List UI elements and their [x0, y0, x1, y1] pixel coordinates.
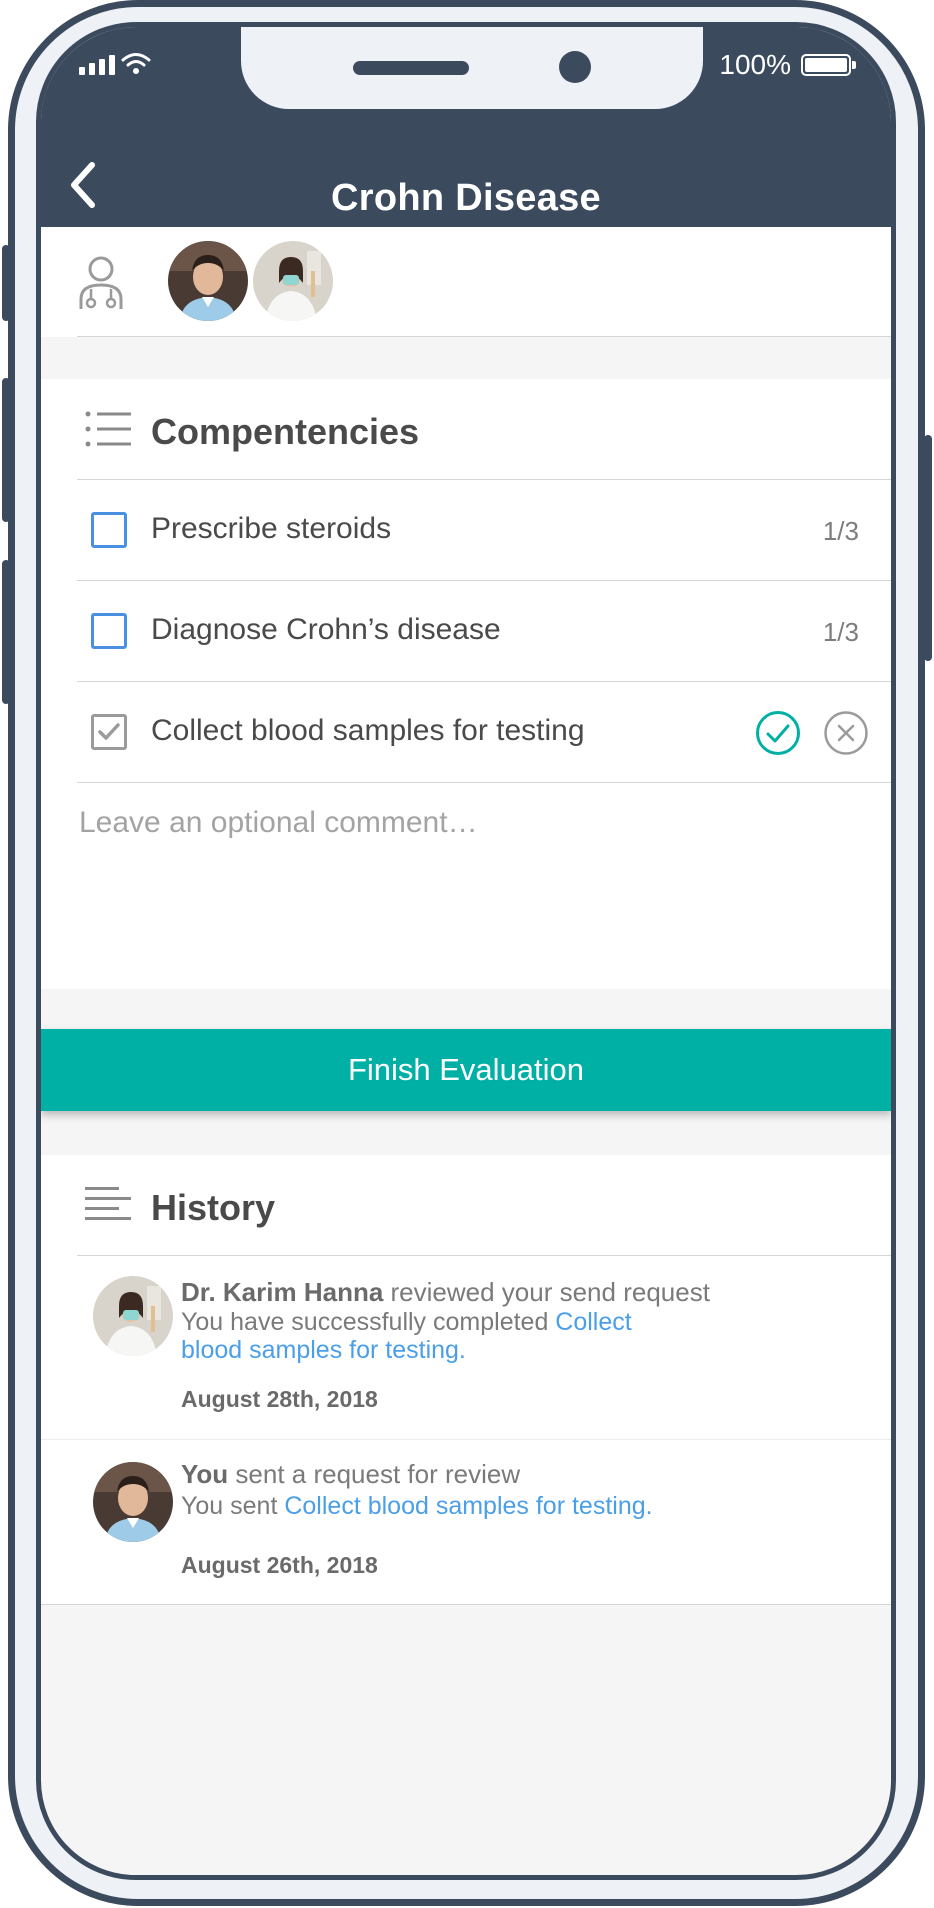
competency-label: Diagnose Crohn’s disease [151, 613, 501, 646]
finish-evaluation-button[interactable]: Finish Evaluation [41, 1029, 891, 1111]
history-action: reviewed your send request [383, 1277, 710, 1307]
history-detail-prefix: You have successfully completed [181, 1308, 556, 1336]
history-text: Dr. Karim Hanna reviewed your send reque… [181, 1278, 851, 1364]
comment-input[interactable] [77, 804, 861, 978]
checkmark-icon [98, 723, 120, 740]
divider [41, 1604, 891, 1605]
history-item: You sent a request for review You sent C… [41, 1440, 891, 1605]
competency-row[interactable]: Collect blood samples for testing [41, 682, 891, 782]
history-date: August 28th, 2018 [181, 1386, 378, 1412]
history-headline: You sent a request for review [181, 1460, 851, 1488]
front-camera [559, 51, 591, 83]
participants-bar [41, 227, 891, 337]
competency-row[interactable]: Prescribe steroids 1/3 [41, 480, 891, 580]
approve-check-icon[interactable] [755, 710, 801, 756]
history-item: Dr. Karim Hanna reviewed your send reque… [41, 1256, 891, 1436]
battery-fill [805, 58, 847, 72]
doctor-icon [79, 256, 123, 309]
list-icon [85, 411, 131, 447]
divider [77, 782, 891, 783]
status-bar-right: 100% [719, 49, 856, 81]
signal-icon [79, 55, 115, 75]
history-actor: Dr. Karim Hanna [181, 1277, 384, 1307]
avatar-dr-karim-hanna[interactable] [253, 241, 333, 321]
history-detail-prefix: You sent [181, 1492, 285, 1520]
avatar-you[interactable] [93, 1462, 173, 1542]
wifi-icon [121, 53, 151, 74]
history-action: sent a request for review [228, 1459, 521, 1489]
history-header: History [41, 1155, 891, 1255]
checkbox[interactable] [91, 613, 127, 649]
reject-x-icon[interactable] [823, 710, 869, 756]
history-title: History [151, 1187, 276, 1228]
participants-divider [77, 336, 891, 337]
history-lines-icon [85, 1187, 131, 1220]
history-headline: Dr. Karim Hanna reviewed your send reque… [181, 1278, 851, 1306]
avatar-dr-karim-hanna[interactable] [93, 1276, 173, 1356]
battery-icon [801, 54, 856, 76]
page-title: Crohn Disease [331, 177, 601, 219]
avatar-you[interactable] [168, 241, 248, 321]
history-card: History Dr. Karim Hanna reviewed your se… [41, 1155, 891, 1605]
notch [241, 27, 703, 109]
competency-count: 1/3 [822, 617, 859, 647]
status-bar-left [79, 51, 151, 75]
history-detail: You have successfully completed Collect … [181, 1308, 671, 1364]
competency-row[interactable]: Diagnose Crohn’s disease 1/3 [41, 581, 891, 681]
competency-label: Collect blood samples for testing [151, 714, 585, 747]
competency-link[interactable]: Collect blood samples for testing. [284, 1492, 652, 1520]
history-actor: You [181, 1459, 229, 1489]
competencies-title: Compentencies [151, 411, 420, 452]
competencies-card: Compentencies Prescribe steroids 1/3 Dia… [41, 379, 891, 989]
competency-label: Prescribe steroids [151, 512, 392, 545]
competency-count: 1/3 [822, 516, 859, 546]
checkbox[interactable] [91, 512, 127, 548]
speaker-grille [353, 61, 469, 75]
history-detail: You sent Collect blood samples for testi… [181, 1492, 851, 1520]
history-text: You sent a request for review You sent C… [181, 1460, 851, 1520]
competencies-header: Compentencies [41, 379, 891, 479]
battery-percent: 100% [719, 49, 791, 80]
checkbox-checked[interactable] [91, 714, 127, 750]
history-date: August 26th, 2018 [181, 1552, 378, 1578]
phone-screen: 100% Crohn Disease Compentencies Prescri… [36, 22, 896, 1880]
power-button [924, 435, 932, 661]
